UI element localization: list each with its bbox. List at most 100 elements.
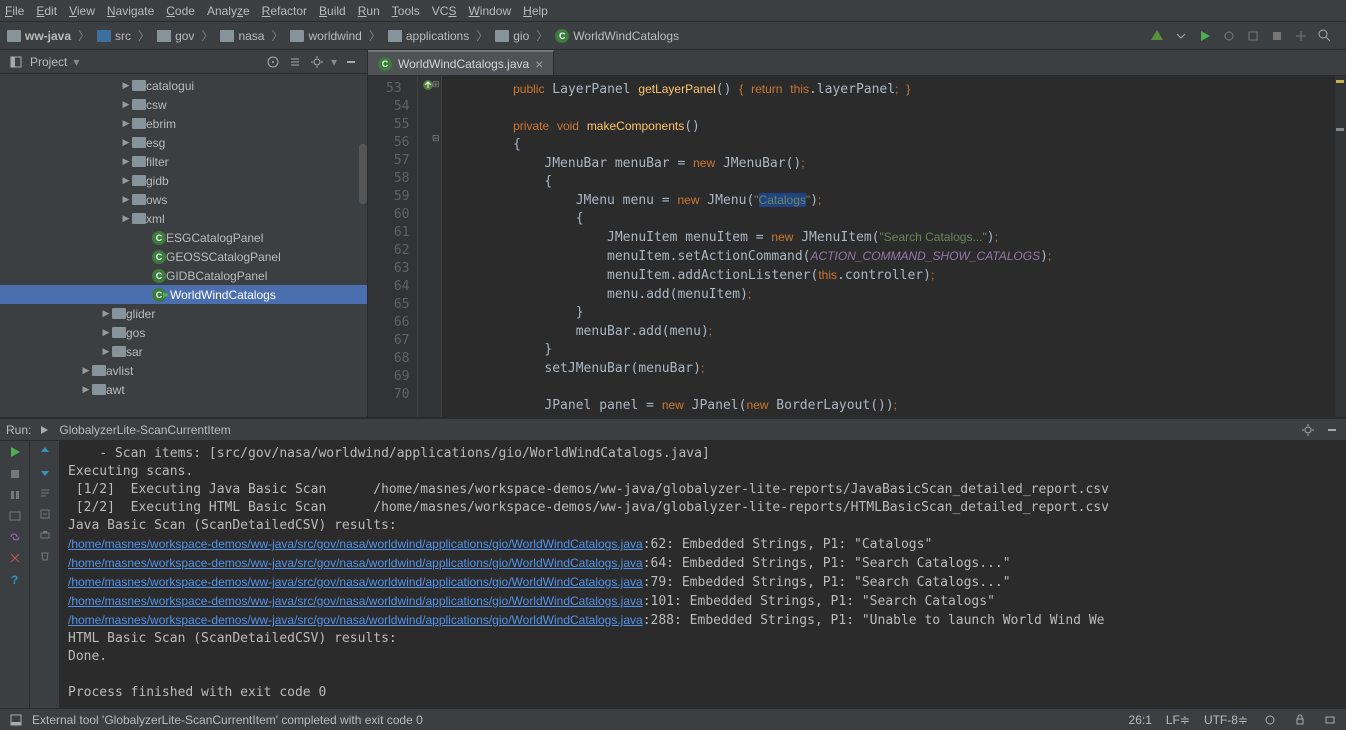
run-config-name[interactable]: GlobalyzerLite-ScanCurrentItem <box>59 423 230 437</box>
close-run-icon[interactable] <box>9 552 21 567</box>
menu-code[interactable]: Code <box>166 4 195 18</box>
breadcrumb-gov[interactable]: gov <box>155 29 196 43</box>
tree-item-ebrim[interactable]: ▶ ebrim <box>0 114 367 133</box>
tree-item-filter[interactable]: ▶ filter <box>0 152 367 171</box>
collapse-all-icon[interactable] <box>287 54 303 70</box>
soft-wrap-icon[interactable] <box>39 487 51 502</box>
tab-worldwindcatalogs[interactable]: C WorldWindCatalogs.java × <box>368 50 554 75</box>
menu-analyze[interactable]: Analyze <box>207 4 250 18</box>
clear-icon[interactable] <box>39 550 51 565</box>
file-link[interactable]: /home/masnes/workspace-demos/ww-java/src… <box>68 556 643 570</box>
breadcrumb-gio[interactable]: gio <box>493 29 531 43</box>
breadcrumb-worldwindcatalogs[interactable]: CWorldWindCatalogs <box>553 29 681 43</box>
menu-help[interactable]: Help <box>523 4 548 18</box>
tree-item-esg[interactable]: ▶ esg <box>0 133 367 152</box>
tool-windows-icon[interactable] <box>8 712 24 728</box>
tree-item-worldwindcatalogs[interactable]: C WorldWindCatalogs <box>0 285 367 304</box>
tree-item-avlist[interactable]: ▶ avlist <box>0 361 367 380</box>
breadcrumbs: ww-java〉src〉gov〉nasa〉worldwind〉applicati… <box>5 27 681 44</box>
line-number-gutter[interactable]: 53 54 55 56 57 58 59 60 61 62 63 64 65 6… <box>368 76 418 417</box>
menu-edit[interactable]: Edit <box>36 4 57 18</box>
file-link[interactable]: /home/masnes/workspace-demos/ww-java/src… <box>68 575 643 589</box>
link-icon[interactable] <box>9 531 21 546</box>
locate-icon[interactable] <box>265 54 281 70</box>
menu-file[interactable]: File <box>5 4 24 18</box>
print-icon[interactable] <box>39 529 51 544</box>
file-encoding[interactable]: UTF-8≑ <box>1204 713 1248 727</box>
readonly-lock-icon[interactable] <box>1292 712 1308 728</box>
coverage-icon[interactable] <box>1245 28 1261 44</box>
file-link[interactable]: /home/masnes/workspace-demos/ww-java/src… <box>68 594 643 608</box>
project-title[interactable]: Project <box>30 55 67 69</box>
code-editor[interactable]: public LayerPanel getLayerPanel() { retu… <box>442 76 1334 417</box>
settings-chevron[interactable]: ▾ <box>331 55 337 69</box>
breadcrumb-nasa[interactable]: nasa <box>218 29 266 43</box>
cursor-position[interactable]: 26:1 <box>1129 713 1152 727</box>
fold-minus-icon[interactable]: ⊟ <box>432 133 440 144</box>
tree-item-glider[interactable]: ▶ glider <box>0 304 367 323</box>
tree-item-awt[interactable]: ▶ awt <box>0 380 367 399</box>
settings-gear-icon[interactable] <box>309 54 325 70</box>
tree-item-gos[interactable]: ▶ gos <box>0 323 367 342</box>
stop-run-icon[interactable] <box>9 468 21 483</box>
dump-threads-icon[interactable] <box>9 510 21 525</box>
run-title: Run: <box>6 423 31 437</box>
line-separator[interactable]: LF≑ <box>1166 713 1190 727</box>
search-everywhere-icon[interactable] <box>1317 28 1333 44</box>
tree-item-csw[interactable]: ▶ csw <box>0 95 367 114</box>
tree-item-gidbcatalogpanel[interactable]: C GIDBCatalogPanel <box>0 266 367 285</box>
updates-icon[interactable] <box>1293 28 1309 44</box>
tree-item-sar[interactable]: ▶ sar <box>0 342 367 361</box>
inspection-icon[interactable] <box>1262 712 1278 728</box>
project-view-chevron[interactable]: ▾ <box>73 55 79 69</box>
breadcrumb-worldwind[interactable]: worldwind <box>288 29 363 43</box>
tree-item-gidb[interactable]: ▶ gidb <box>0 171 367 190</box>
main-menu-bar: File Edit View Navigate Code Analyze Refactor B… <box>0 0 1346 22</box>
notifications-icon[interactable] <box>1322 712 1338 728</box>
fold-plus-icon[interactable]: ⊞ <box>432 79 440 90</box>
run-icon[interactable] <box>1197 28 1213 44</box>
stop-icon[interactable] <box>1269 28 1285 44</box>
gutter-annotations: ⊞ ⊟ <box>418 76 442 417</box>
project-tree[interactable]: ▶ catalogui▶ csw▶ ebrim▶ esg▶ filter▶ gi… <box>0 74 367 417</box>
tree-item-ows[interactable]: ▶ ows <box>0 190 367 209</box>
project-view-icon[interactable] <box>8 54 24 70</box>
tree-item-esgcatalogpanel[interactable]: C ESGCatalogPanel <box>0 228 367 247</box>
close-tab-icon[interactable]: × <box>535 57 543 71</box>
error-stripe[interactable] <box>1334 76 1346 417</box>
tree-item-geosscatalogpanel[interactable]: C GEOSSCatalogPanel <box>0 247 367 266</box>
menu-build[interactable]: Build <box>319 4 346 18</box>
menu-navigate[interactable]: Navigate <box>107 4 154 18</box>
run-hide-icon[interactable] <box>1324 422 1340 438</box>
run-settings-icon[interactable] <box>1300 422 1316 438</box>
hide-icon[interactable] <box>343 54 359 70</box>
breadcrumb-src[interactable]: src <box>95 29 133 43</box>
pause-icon[interactable] <box>9 489 21 504</box>
help-icon[interactable]: ? <box>11 573 18 587</box>
menu-refactor[interactable]: Refactor <box>262 4 307 18</box>
build-icon[interactable] <box>1149 28 1165 44</box>
tree-item-xml[interactable]: ▶ xml <box>0 209 367 228</box>
menu-window[interactable]: Window <box>468 4 511 18</box>
menu-run[interactable]: Run <box>358 4 380 18</box>
file-link[interactable]: /home/masnes/workspace-demos/ww-java/src… <box>68 537 643 551</box>
class-file-icon: C <box>378 57 392 71</box>
status-message: External tool 'GlobalyzerLite-ScanCurren… <box>32 713 423 727</box>
menu-vcs[interactable]: VCS <box>432 4 457 18</box>
run-tool-window: Run: GlobalyzerLite-ScanCurrentItem ? <box>0 418 1346 708</box>
tree-item-catalogui[interactable]: ▶ catalogui <box>0 76 367 95</box>
editor-tab-label: WorldWindCatalogs.java <box>398 57 529 71</box>
menu-view[interactable]: View <box>69 4 95 18</box>
debug-icon[interactable] <box>1221 28 1237 44</box>
menu-tools[interactable]: Tools <box>392 4 420 18</box>
file-link[interactable]: /home/masnes/workspace-demos/ww-java/src… <box>68 613 643 627</box>
down-icon[interactable] <box>39 466 51 481</box>
breadcrumb-ww-java[interactable]: ww-java <box>5 29 73 43</box>
scroll-to-end-icon[interactable] <box>39 508 51 523</box>
editor-area: C WorldWindCatalogs.java × 53 54 55 56 5… <box>368 50 1346 417</box>
rerun-icon[interactable] <box>8 445 22 462</box>
console-output[interactable]: - Scan items: [src/gov/nasa/worldwind/ap… <box>60 441 1346 708</box>
up-icon[interactable] <box>39 445 51 460</box>
breadcrumb-applications[interactable]: applications <box>386 29 471 43</box>
run-config-dropdown[interactable] <box>1173 28 1189 44</box>
